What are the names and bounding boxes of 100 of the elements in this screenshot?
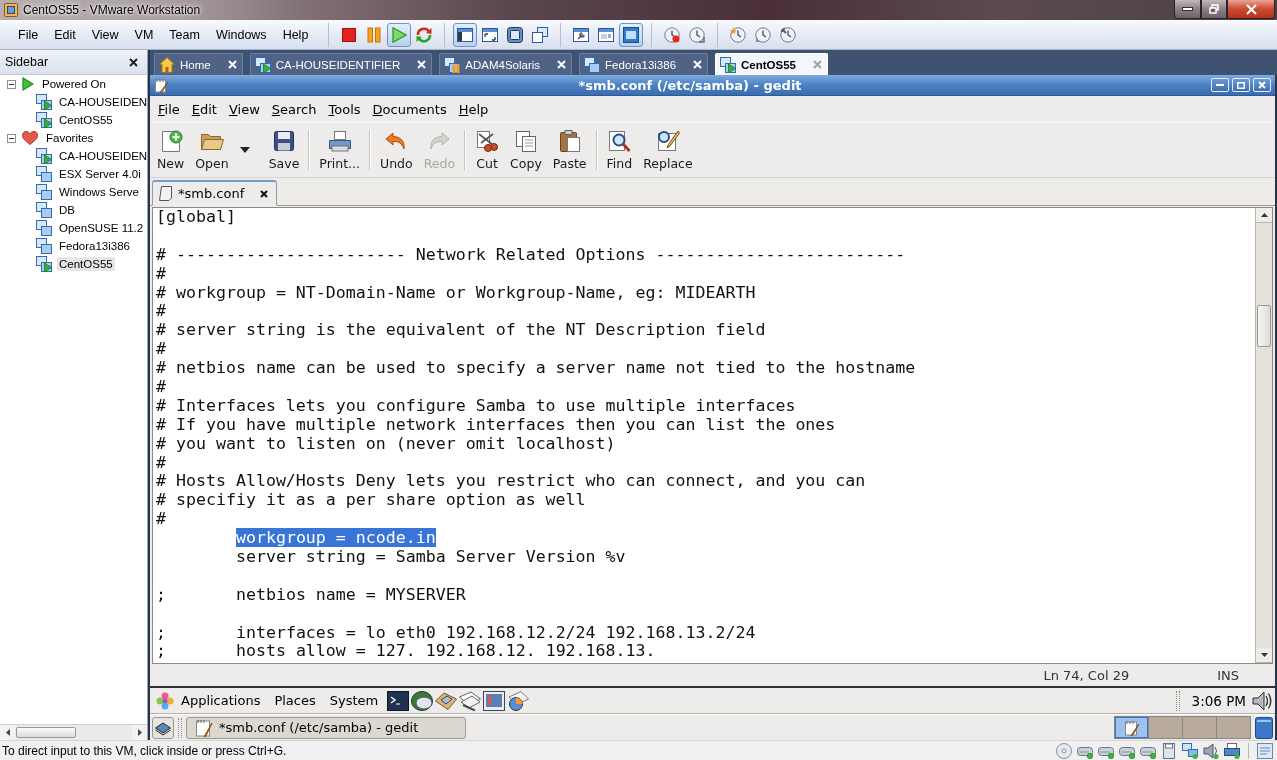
speaker-icon[interactable] xyxy=(1203,742,1219,759)
floppy-icon[interactable] xyxy=(1161,742,1177,759)
launcher-button[interactable] xyxy=(507,690,530,711)
tree-item[interactable]: ESX Server 4.0i xyxy=(57,167,143,181)
network-icon[interactable] xyxy=(1182,742,1198,759)
vm-play-icon xyxy=(36,112,52,128)
vm-icon xyxy=(36,220,52,236)
window-icon[interactable] xyxy=(1255,716,1273,739)
heart-icon xyxy=(22,131,38,145)
menu-item[interactable]: Search xyxy=(265,99,323,119)
pause-icon xyxy=(366,26,383,43)
scroll-thumb[interactable] xyxy=(1257,305,1271,347)
toolbar-button[interactable]: Save xyxy=(263,127,305,173)
code-line: # If you have multiple network interfaces then you can list the ones xyxy=(156,414,836,434)
minimize-button[interactable] xyxy=(1174,0,1201,19)
message-icon[interactable] xyxy=(1257,742,1273,759)
workspace[interactable] xyxy=(1115,717,1148,738)
task-button[interactable]: *smb.conf (/etc/samba) - gedit xyxy=(186,716,466,739)
menu-item[interactable]: Help xyxy=(452,99,495,119)
down-arrow-icon xyxy=(1260,653,1268,657)
panel-menu[interactable]: Places xyxy=(267,691,323,710)
code-line: # xyxy=(156,339,166,359)
vertical-scrollbar[interactable] xyxy=(1255,208,1272,663)
menu-item[interactable]: Tools xyxy=(322,99,367,119)
tree-item[interactable]: Favorites xyxy=(44,131,96,145)
tab[interactable]: Fedora13i386 xyxy=(579,53,709,75)
tree-item[interactable]: OpenSUSE 11.2 xyxy=(57,221,146,235)
code-line: # server string is the equivalent of the NT Description field xyxy=(156,320,766,340)
tab[interactable]: ADAM4Solaris xyxy=(439,53,573,75)
toolbar-button[interactable]: Open xyxy=(190,127,234,173)
toolbar-button[interactable] xyxy=(619,22,644,47)
close-icon[interactable] xyxy=(260,189,269,198)
toolbar-button[interactable]: Find xyxy=(601,127,638,173)
tree-item[interactable]: Fedora13i386 xyxy=(57,239,132,253)
page-icon xyxy=(159,186,172,201)
menu-item[interactable]: View xyxy=(222,99,266,119)
search-icon xyxy=(607,129,632,153)
code-line: server string = Samba Server Version %v xyxy=(235,547,626,567)
close-button[interactable] xyxy=(129,57,138,67)
menu-item[interactable]: Edit xyxy=(185,99,223,119)
code-line: # xyxy=(156,301,166,321)
maximize-button[interactable] xyxy=(1232,78,1250,92)
horizontal-scrollbar[interactable] xyxy=(0,724,147,740)
toolbar-button[interactable]: Undo xyxy=(375,127,418,173)
tree-item[interactable]: Windows Serve xyxy=(57,185,141,199)
tab[interactable]: CA-HOUSEIDENTIFIER xyxy=(249,53,433,75)
close-icon xyxy=(1258,81,1266,89)
tree-item[interactable]: Powered On xyxy=(40,77,108,91)
toolbar-button[interactable]: Replace xyxy=(638,127,698,173)
launcher-button[interactable] xyxy=(483,690,506,711)
vm-play-icon xyxy=(720,56,737,73)
home-icon xyxy=(159,56,175,73)
disc-icon[interactable] xyxy=(1056,742,1072,759)
menu-item[interactable]: Team xyxy=(161,25,208,44)
vm-play-icon xyxy=(36,148,52,164)
launcher-button[interactable] xyxy=(411,690,434,711)
card-window-icon xyxy=(598,26,615,43)
toolbar-button[interactable]: Print... xyxy=(314,127,366,173)
toolbar-button[interactable] xyxy=(453,22,478,47)
clock[interactable]: 3:06 PM xyxy=(1191,692,1246,709)
speaker-icon[interactable] xyxy=(1252,690,1272,711)
menu-item[interactable]: View xyxy=(83,25,127,44)
tree-item[interactable]: DB xyxy=(57,203,77,217)
toolbar-button[interactable]: Copy xyxy=(505,127,547,173)
restore-button[interactable] xyxy=(1201,0,1227,19)
toolbar-button[interactable]: Cut xyxy=(470,127,505,173)
play-icon xyxy=(391,26,408,43)
menu-item[interactable]: File xyxy=(152,99,186,119)
launcher-button[interactable] xyxy=(459,690,482,711)
menu-item[interactable]: Help xyxy=(274,25,317,44)
cursor-position: Ln 74, Col 29 xyxy=(1043,667,1130,683)
tab[interactable]: CentOS55 xyxy=(715,53,828,75)
collapse-icon[interactable] xyxy=(7,133,16,143)
menu-item[interactable]: Edit xyxy=(46,25,84,44)
code-line: # Hosts Allow/Hosts Deny lets you restrict who can connect, and you can xyxy=(156,471,866,491)
menu-item[interactable]: VM xyxy=(126,25,162,44)
printer-icon[interactable] xyxy=(1224,742,1240,759)
document-tab[interactable]: *smb.conf xyxy=(152,180,278,206)
menu-item[interactable]: File xyxy=(10,25,47,44)
toolbar-button[interactable]: New xyxy=(152,127,190,173)
panel-menu[interactable]: System xyxy=(322,691,386,710)
close-icon xyxy=(1245,3,1257,15)
tree-item[interactable]: CA-HOUSEIDEN xyxy=(57,95,147,109)
tree-item[interactable]: CentOS55 xyxy=(57,257,115,271)
tree-item[interactable]: CA-HOUSEIDEN xyxy=(57,149,147,163)
toolbar-button[interactable]: Paste xyxy=(547,127,592,173)
close-button[interactable] xyxy=(1227,0,1275,19)
tab[interactable]: Home xyxy=(154,53,243,75)
menu-item[interactable]: Documents xyxy=(366,99,453,119)
text-editor[interactable] xyxy=(152,207,1273,664)
search-pencil-icon xyxy=(655,129,680,153)
stacked-windows-icon xyxy=(532,26,549,43)
panel-menu[interactable]: Applications xyxy=(174,691,268,710)
scroll-thumb[interactable] xyxy=(16,727,76,738)
menu-item[interactable]: Windows xyxy=(207,25,275,44)
window-title: *smb.conf (/etc/samba) - gedit xyxy=(577,77,803,93)
launcher-button[interactable] xyxy=(387,690,410,711)
show-desktop-button[interactable] xyxy=(152,716,174,739)
tree-item[interactable]: CentOS55 xyxy=(57,113,115,127)
collapse-icon[interactable] xyxy=(7,79,16,89)
